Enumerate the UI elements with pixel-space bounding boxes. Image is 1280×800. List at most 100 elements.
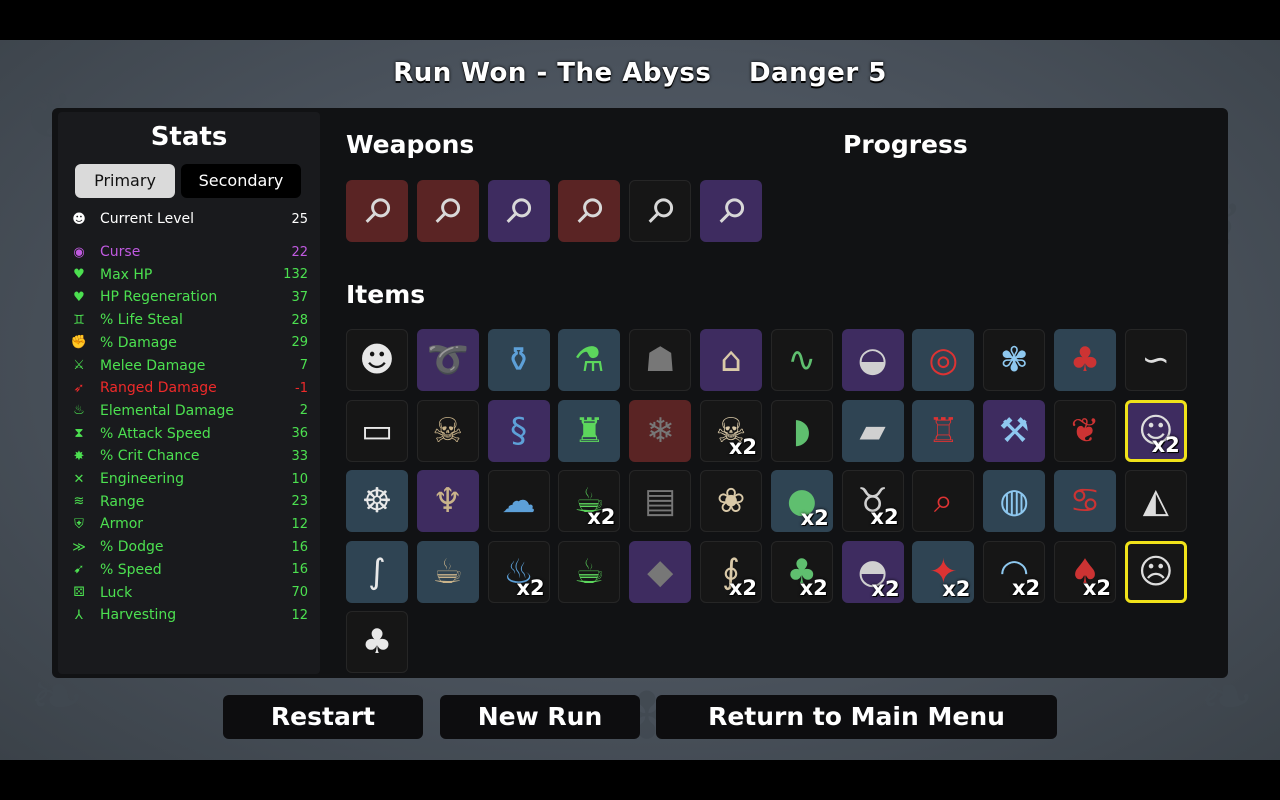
weapon-slot[interactable]: ⚲ <box>487 180 550 242</box>
stat-label: % Dodge <box>100 539 164 556</box>
stat-row: ➹ % Speed 16 <box>68 559 308 581</box>
item-slot[interactable]: ❄ <box>629 399 692 462</box>
new-run-button[interactable]: New Run <box>440 695 640 739</box>
item-count-badge: x2 <box>799 575 828 600</box>
tree-icon: ♣ <box>361 622 393 662</box>
item-slot[interactable]: ∽ <box>1124 329 1187 391</box>
item-slot[interactable]: ∿ <box>770 329 833 391</box>
bow-icon: ➶ <box>73 380 85 396</box>
stat-label: Armor <box>100 516 144 533</box>
weapon-slot[interactable]: ⚲ <box>416 180 479 242</box>
item-slot[interactable]: ☹ <box>1124 540 1187 603</box>
item-slot[interactable]: ❦ <box>1054 399 1116 462</box>
item-slot[interactable]: ◍ <box>983 470 1046 532</box>
stat-label: Ranged Damage <box>100 380 217 397</box>
item-slot[interactable]: ☕ x2 <box>558 470 621 532</box>
weapon-slot[interactable]: ⚲ <box>700 180 762 242</box>
item-slot[interactable]: ⌂ <box>700 329 762 391</box>
tab-secondary[interactable]: Secondary <box>181 164 301 198</box>
wheat-icon: ⅄ <box>75 607 83 623</box>
item-slot[interactable]: ♆ <box>416 470 479 532</box>
item-slot[interactable]: ☸ <box>346 470 408 532</box>
restart-button[interactable]: Restart <box>223 695 423 739</box>
item-slot[interactable]: ☕ <box>416 540 479 603</box>
item-slot[interactable]: ♜ <box>558 399 621 462</box>
item-slot[interactable]: ∫ <box>346 540 408 603</box>
item-slot[interactable]: ✾ <box>983 329 1046 391</box>
item-slot[interactable]: ◓ x2 <box>841 540 904 603</box>
item-slot[interactable]: ◆ <box>629 540 692 603</box>
item-slot[interactable]: ♣ x2 <box>770 540 833 603</box>
sword-icon: ⚔ <box>73 358 85 373</box>
tab-primary[interactable]: Primary <box>75 164 175 198</box>
heart-plus-icon: ♥ <box>73 289 85 305</box>
stat-label: HP Regeneration <box>100 289 218 306</box>
snowflake-icon: ❄ <box>645 410 675 451</box>
stat-label: Current Level <box>100 211 194 227</box>
flame-icon: ♨ <box>73 403 85 419</box>
helmet-icon: ♜ <box>574 410 605 451</box>
item-slot[interactable]: ☻ <box>346 329 408 391</box>
stat-value: 23 <box>291 494 308 510</box>
weapon-slot[interactable]: ⚲ <box>629 180 692 242</box>
item-slot[interactable]: ☕ <box>558 540 621 603</box>
item-slot[interactable]: ◠ x2 <box>983 540 1046 603</box>
stat-label: Curse <box>100 244 141 260</box>
item-slot[interactable]: ♣ <box>1054 329 1116 391</box>
stat-label: Range <box>100 493 145 510</box>
stat-label: % Crit Chance <box>100 448 200 465</box>
item-slot[interactable]: ☗ <box>629 329 692 391</box>
stats-title: Stats <box>150 122 228 152</box>
item-slot[interactable]: ∮ x2 <box>700 540 762 603</box>
item-slot[interactable]: ▰ <box>841 399 904 462</box>
stat-row: ♨ Elemental Damage 2 <box>68 400 308 422</box>
item-count-badge: x2 <box>1151 432 1180 457</box>
main-menu-button[interactable]: Return to Main Menu <box>656 695 1057 739</box>
fortress-icon: ♖ <box>928 410 959 451</box>
stat-label: Max HP <box>100 266 153 283</box>
item-slot[interactable]: ⚒ <box>983 399 1046 462</box>
item-count-badge: x2 <box>1082 575 1111 600</box>
item-slot[interactable]: ☠ <box>416 399 479 462</box>
item-slot[interactable]: ♨ x2 <box>487 540 550 603</box>
stat-value: 132 <box>283 267 308 283</box>
anglerfish-icon: ◭ <box>1142 481 1169 521</box>
item-slot[interactable]: ✦ x2 <box>912 540 975 603</box>
piggy-bank-icon: ♋ <box>1069 481 1101 521</box>
danger-level: Danger 5 <box>748 58 887 88</box>
weapon-slot[interactable]: ⚲ <box>558 180 621 242</box>
stat-value: 33 <box>291 448 308 464</box>
stat-value: 16 <box>291 539 308 555</box>
item-slot[interactable]: ⚱ <box>487 329 550 391</box>
stat-value: 7 <box>299 358 308 373</box>
run-title: Run Won - The Abyss <box>393 58 712 88</box>
weapon-slot[interactable]: ⚲ <box>346 180 408 242</box>
item-slot[interactable]: ▭ <box>346 399 408 462</box>
stat-row: ♥ Max HP 132 <box>68 264 308 286</box>
item-slot[interactable]: ◒ <box>841 329 904 391</box>
item-slot[interactable]: ☺ x2 <box>1124 399 1187 462</box>
item-slot[interactable]: ◎ <box>912 329 975 391</box>
seahorse-icon: ❀ <box>716 481 746 521</box>
stat-label: % Life Steal <box>100 312 183 329</box>
stat-row: ◉ Curse 22 <box>68 241 308 263</box>
item-slot[interactable]: ● x2 <box>770 470 833 532</box>
item-slot[interactable]: ❀ <box>700 470 762 532</box>
crit-burst-icon: ✸ <box>73 448 85 464</box>
item-slot[interactable]: ♋ <box>1054 470 1116 532</box>
item-slot[interactable]: ♖ <box>912 399 975 462</box>
item-slot[interactable]: ♣ <box>346 611 408 673</box>
item-slot[interactable]: ⌕ <box>912 470 975 532</box>
item-slot[interactable]: ◗ <box>770 399 833 462</box>
stat-label: Elemental Damage <box>100 402 234 419</box>
item-slot[interactable]: ▤ <box>629 470 692 532</box>
item-slot[interactable]: ♠ x2 <box>1054 540 1116 603</box>
item-slot[interactable]: § <box>487 399 550 462</box>
item-slot[interactable]: ⚗ <box>558 329 621 391</box>
item-slot[interactable]: ♉ x2 <box>841 470 904 532</box>
item-slot[interactable]: ◭ <box>1124 470 1187 532</box>
item-slot[interactable]: ☠ x2 <box>700 399 762 462</box>
item-slot[interactable]: ➰ <box>416 329 479 391</box>
robot-head-icon: ◍ <box>999 481 1030 521</box>
item-slot[interactable]: ☁ <box>487 470 550 532</box>
